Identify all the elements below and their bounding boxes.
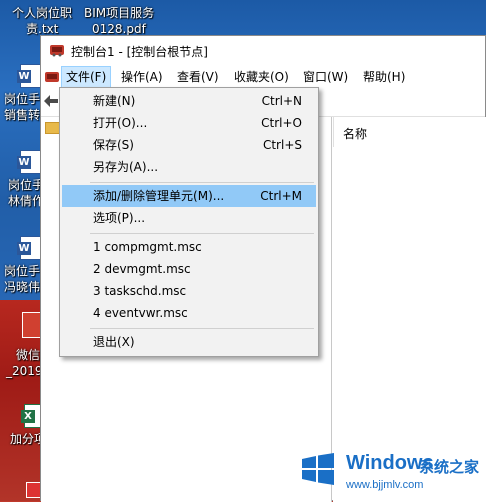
desktop-icon-label[interactable]: 个人岗位职 bbox=[12, 6, 72, 21]
desktop-icon-label[interactable]: 冯晓伟 bbox=[4, 280, 40, 295]
menu-item-save-as[interactable]: 另存为(A)... bbox=[62, 156, 316, 178]
console-app-icon bbox=[50, 45, 64, 57]
desktop-icon-label[interactable]: 林倩作 bbox=[8, 194, 44, 209]
menu-bar: 文件(F) 操作(A) 查看(V) 收藏夹(O) 窗口(W) 帮助(H) bbox=[41, 66, 485, 88]
desktop-icon-label[interactable]: 岗位手 bbox=[4, 92, 40, 107]
desktop-icon-label[interactable]: BIM项目服务 bbox=[84, 6, 154, 21]
menu-item-recent-3[interactable]: 3 taskschd.msc bbox=[62, 280, 316, 302]
watermark-url: www.bjjmlv.com bbox=[346, 479, 424, 491]
menu-item-options[interactable]: 选项(P)... bbox=[62, 207, 316, 229]
desktop-icon-label[interactable]: _2019 bbox=[6, 364, 43, 379]
menu-favorites[interactable]: 收藏夹(O) bbox=[230, 66, 293, 88]
menu-item-new[interactable]: 新建(N) Ctrl+N bbox=[62, 90, 316, 112]
menu-separator bbox=[90, 182, 314, 183]
console-system-menu-icon[interactable] bbox=[44, 69, 60, 85]
window-title: 控制台1 - [控制台根节点] bbox=[71, 45, 208, 59]
menu-view[interactable]: 查看(V) bbox=[173, 66, 223, 88]
watermark: Windows 系统之家 www.bjjmlv.com bbox=[296, 438, 486, 501]
word-doc-icon[interactable]: W bbox=[17, 236, 42, 260]
menu-item-add-remove-snapin[interactable]: 添加/删除管理单元(M)... Ctrl+M bbox=[62, 185, 316, 207]
menu-separator bbox=[90, 233, 314, 234]
desktop-icon-label[interactable]: 销售转 bbox=[4, 108, 40, 123]
desktop-icon-label[interactable]: 岗位手 bbox=[4, 264, 40, 279]
column-divider bbox=[333, 117, 334, 147]
menu-item-recent-4[interactable]: 4 eventvwr.msc bbox=[62, 302, 316, 324]
menu-action[interactable]: 操作(A) bbox=[117, 66, 167, 88]
word-doc-icon[interactable]: W bbox=[17, 150, 42, 174]
column-header-name[interactable]: 名称 bbox=[343, 125, 367, 142]
menu-item-recent-2[interactable]: 2 devmgmt.msc bbox=[62, 258, 316, 280]
menu-item-open[interactable]: 打开(O)... Ctrl+O bbox=[62, 112, 316, 134]
title-bar[interactable]: 控制台1 - [控制台根节点] bbox=[41, 36, 485, 66]
menu-help[interactable]: 帮助(H) bbox=[359, 66, 409, 88]
menu-item-exit[interactable]: 退出(X) bbox=[62, 331, 316, 353]
menu-item-recent-1[interactable]: 1 compmgmt.msc bbox=[62, 236, 316, 258]
desktop-icon-label[interactable]: 岗位手 bbox=[8, 178, 44, 193]
menu-item-save[interactable]: 保存(S) Ctrl+S bbox=[62, 134, 316, 156]
menu-separator bbox=[90, 328, 314, 329]
watermark-brand-cn: 系统之家 bbox=[419, 458, 480, 476]
menu-window[interactable]: 窗口(W) bbox=[299, 66, 352, 88]
windows-logo-icon bbox=[302, 453, 334, 485]
desktop-icon-label[interactable]: 微信 bbox=[16, 348, 40, 363]
back-arrow-icon[interactable] bbox=[43, 94, 59, 108]
word-doc-icon[interactable]: W bbox=[17, 64, 42, 88]
file-menu-dropdown: 新建(N) Ctrl+N 打开(O)... Ctrl+O 保存(S) Ctrl+S 另… bbox=[59, 87, 319, 357]
menu-file[interactable]: 文件(F) bbox=[61, 66, 112, 88]
